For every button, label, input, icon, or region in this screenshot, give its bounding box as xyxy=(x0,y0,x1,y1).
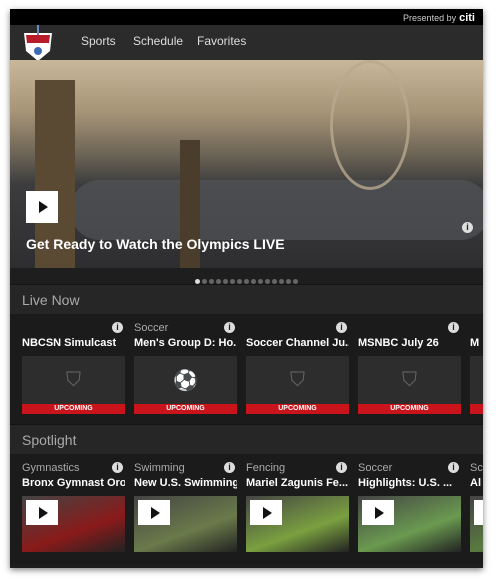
carousel-dot[interactable] xyxy=(272,279,277,284)
hero-image-eye xyxy=(330,60,410,190)
carousel-dot[interactable] xyxy=(279,279,284,284)
play-icon[interactable] xyxy=(26,191,58,223)
soccer-player-icon: ⚽ xyxy=(134,356,237,404)
carousel-dot[interactable] xyxy=(237,279,242,284)
spotlight-card[interactable]: Sc i Al xyxy=(470,462,483,552)
card-category: Swimming xyxy=(134,462,185,474)
status-badge: UPCOMING xyxy=(22,404,125,414)
video-thumbnail[interactable] xyxy=(358,496,461,552)
info-icon[interactable]: i xyxy=(224,462,235,473)
spotlight-card[interactable]: Fencing i Mariel Zagunis Fe... xyxy=(246,462,349,552)
carousel-dot[interactable] xyxy=(195,279,200,284)
play-icon[interactable] xyxy=(138,500,170,525)
spotlight-card[interactable]: Swimming i New U.S. Swimming xyxy=(134,462,237,552)
card-title: Bronx Gymnast Oro.. xyxy=(22,477,125,489)
status-badge: UPCOMING xyxy=(134,404,237,414)
card-title: Al xyxy=(470,477,481,489)
card-category: Sc xyxy=(470,462,483,474)
carousel-dot[interactable] xyxy=(293,279,298,284)
carousel-dot[interactable] xyxy=(265,279,270,284)
info-icon[interactable]: i xyxy=(336,322,347,333)
carousel-dot[interactable] xyxy=(244,279,249,284)
card-category: Soccer xyxy=(134,322,169,334)
live-card[interactable]: Soccer i Men's Group D: Ho... ⚽ UPCOMING xyxy=(134,322,237,414)
live-card[interactable]: i NBCSN Simulcast ⛉ UPCOMING xyxy=(22,322,125,414)
london-2012-logo[interactable] xyxy=(22,25,54,63)
card-category: Fencing xyxy=(246,462,286,474)
status-badge: UPCOMING xyxy=(358,404,461,414)
video-thumbnail[interactable] xyxy=(246,496,349,552)
play-icon[interactable] xyxy=(250,500,282,525)
card-category: Soccer xyxy=(358,462,393,474)
nav-schedule[interactable]: Schedule xyxy=(133,34,183,48)
carousel-dot[interactable] xyxy=(216,279,221,284)
info-icon[interactable]: i xyxy=(448,322,459,333)
info-icon[interactable]: i xyxy=(336,462,347,473)
london-logo-icon: ⛉ xyxy=(358,356,461,404)
hero-image xyxy=(70,180,483,240)
carousel-dot[interactable] xyxy=(251,279,256,284)
spotlight-card[interactable]: Gymnastics i Bronx Gymnast Oro.. xyxy=(22,462,125,552)
info-icon[interactable]: i xyxy=(448,462,459,473)
live-card[interactable]: i Soccer Channel Ju... ⛉ UPCOMING xyxy=(246,322,349,414)
london-logo-icon: ⛉ xyxy=(470,356,483,404)
london-logo-icon: ⛉ xyxy=(246,356,349,404)
carousel-dot[interactable] xyxy=(209,279,214,284)
card-category xyxy=(246,322,349,335)
info-icon[interactable]: i xyxy=(112,322,123,333)
card-category: Gymnastics xyxy=(22,462,80,474)
play-icon[interactable] xyxy=(26,500,58,525)
card-title: M xyxy=(470,337,480,349)
card-title: Men's Group D: Ho... xyxy=(134,337,237,349)
play-icon[interactable] xyxy=(362,500,394,525)
carousel-dot[interactable] xyxy=(258,279,263,284)
video-thumbnail[interactable] xyxy=(22,496,125,552)
hero-title: Get Ready to Watch the Olympics LIVE xyxy=(26,236,285,252)
live-now-heading: Live Now xyxy=(10,284,483,314)
info-icon[interactable]: i xyxy=(462,222,473,233)
card-title: MSNBC July 26 xyxy=(358,337,439,349)
carousel-dots[interactable] xyxy=(10,268,483,284)
nav-sports[interactable]: Sports xyxy=(81,34,116,48)
info-icon[interactable]: i xyxy=(224,322,235,333)
card-category xyxy=(22,322,125,335)
sponsor-bar: Presented by citi xyxy=(10,9,483,25)
nav-favorites[interactable]: Favorites xyxy=(197,34,246,48)
live-card[interactable]: i MSNBC July 26 ⛉ UPCOMING xyxy=(358,322,461,414)
carousel-dot[interactable] xyxy=(202,279,207,284)
carousel-dot[interactable] xyxy=(230,279,235,284)
card-title: Highlights: U.S. ... xyxy=(358,477,453,489)
play-icon[interactable] xyxy=(474,500,483,525)
hero-banner[interactable]: Get Ready to Watch the Olympics LIVE i xyxy=(10,60,483,268)
carousel-dot[interactable] xyxy=(223,279,228,284)
nav-bar: Sports Schedule Favorites xyxy=(10,25,483,63)
london-logo-icon: ⛉ xyxy=(22,356,125,404)
info-icon[interactable]: i xyxy=(112,462,123,473)
spotlight-card[interactable]: Soccer i Highlights: U.S. ... xyxy=(358,462,461,552)
app-window: Presented by citi Sports Schedule Favorit… xyxy=(10,9,483,568)
live-now-row: i NBCSN Simulcast ⛉ UPCOMING Soccer i Men… xyxy=(10,314,483,424)
status-badge: UPCOMING xyxy=(246,404,349,414)
spotlight-heading: Spotlight xyxy=(10,424,483,454)
card-title: Soccer Channel Ju... xyxy=(246,337,349,349)
sponsor-logo: citi xyxy=(459,12,475,24)
video-thumbnail[interactable] xyxy=(134,496,237,552)
card-category xyxy=(358,322,461,335)
status-badge xyxy=(470,404,483,414)
card-title: New U.S. Swimming xyxy=(134,477,237,489)
carousel-dot[interactable] xyxy=(286,279,291,284)
presented-by-label: Presented by xyxy=(403,13,457,23)
card-category xyxy=(470,322,483,335)
card-title: NBCSN Simulcast xyxy=(22,337,117,349)
card-title: Mariel Zagunis Fe... xyxy=(246,477,349,489)
video-thumbnail[interactable] xyxy=(470,496,483,552)
spotlight-row: Gymnastics i Bronx Gymnast Oro.. Swimmin… xyxy=(10,454,483,564)
live-card[interactable]: i M ⛉ xyxy=(470,322,483,414)
